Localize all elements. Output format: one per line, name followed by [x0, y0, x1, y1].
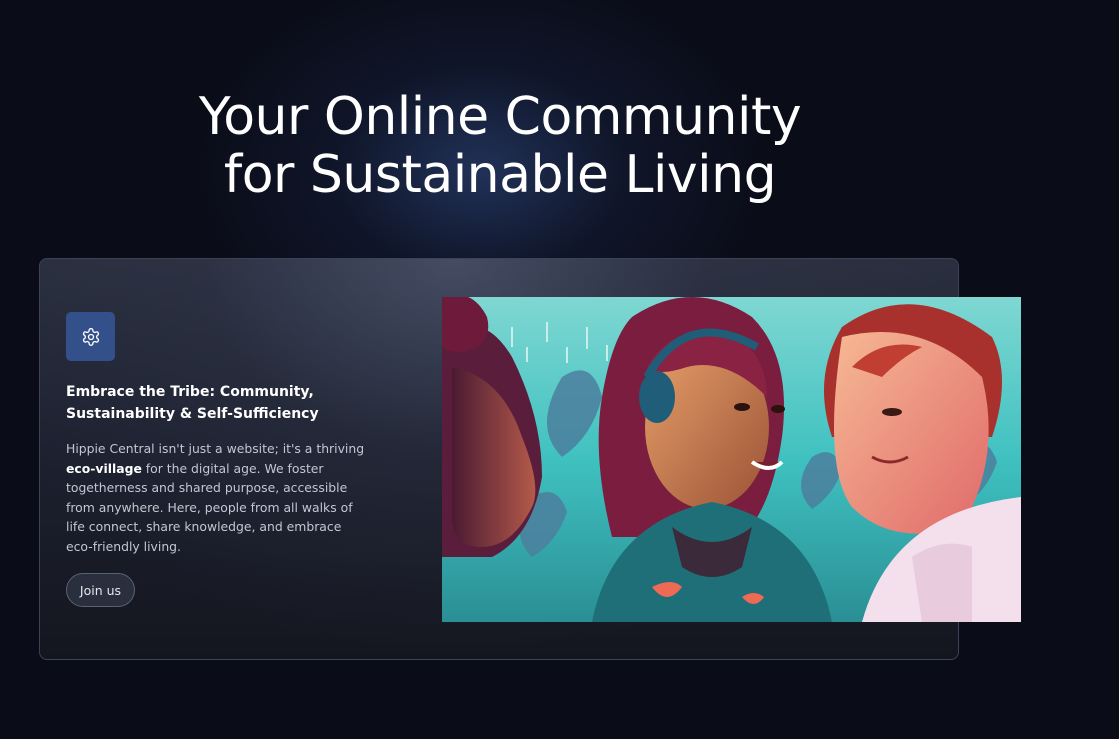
gear-icon: [82, 327, 99, 346]
card-description-highlight: eco-village: [66, 460, 142, 476]
page-title-line-1: Your Online Community: [198, 87, 802, 147]
page-title: Your Online Community for Sustainable Li…: [100, 88, 900, 204]
community-illustration-graphic: [442, 297, 1021, 622]
card-description-intro: Hippie Central isn't just a website; it'…: [66, 441, 365, 456]
join-us-button[interactable]: Join us: [66, 573, 135, 607]
card-heading: Embrace the Tribe: Community, Sustainabi…: [66, 384, 319, 422]
community-illustration: [442, 297, 1021, 622]
page-title-line-2: for Sustainable Living: [223, 145, 777, 205]
card-description: Hippie Central isn't just a website; it'…: [66, 439, 366, 556]
gear-icon-tile: [66, 312, 115, 361]
